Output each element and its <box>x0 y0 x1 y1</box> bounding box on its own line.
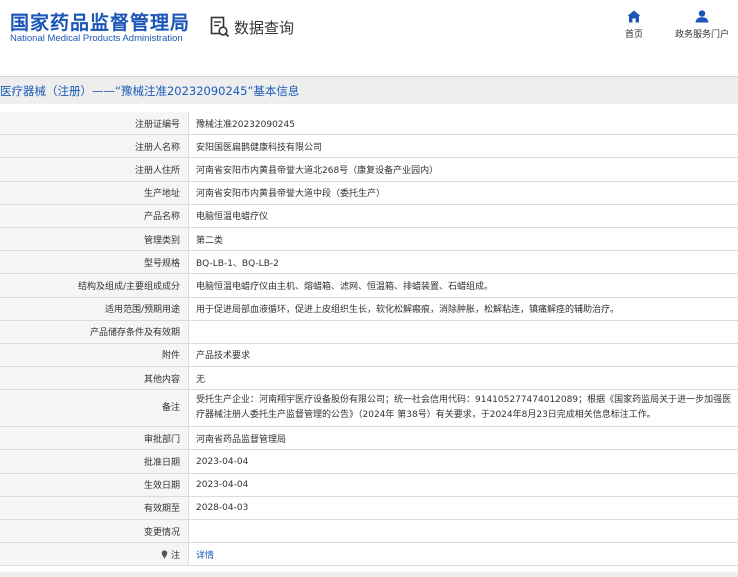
document-search-icon <box>210 16 230 38</box>
row-value: 2023-04-04 <box>188 473 738 497</box>
table-row: 管理类别 第二类 <box>0 227 738 252</box>
table-row: 型号规格 BQ-LB-1、BQ-LB-2 <box>0 250 738 275</box>
row-value: 2028-04-03 <box>188 496 738 521</box>
table-row: 注 详情 <box>0 542 738 567</box>
data-query-label: 数据查询 <box>234 18 295 37</box>
row-label: 其他内容 <box>0 366 189 391</box>
row-value <box>188 320 738 344</box>
row-value: 电脑恒温电蜡疗仪由主机、熔蜡箱、滤网、恒温箱、排蜡装置、石蜡组成。 <box>188 273 738 298</box>
row-label: 注册证编号 <box>0 112 189 136</box>
row-value: 2023-04-04 <box>188 449 738 474</box>
data-query-link[interactable]: 数据查询 <box>210 14 294 40</box>
row-label: 审批部门 <box>0 426 189 451</box>
table-row: 注册人住所 河南省安阳市内黄县帝誉大道北268号（康复设备产业园内） <box>0 157 738 182</box>
table-row: 备注 受托生产企业：河南翔宇医疗设备股份有限公司；统一社会信用代码：914105… <box>0 389 738 428</box>
table-row: 其他内容 无 <box>0 366 738 391</box>
row-value: BQ-LB-1、BQ-LB-2 <box>188 250 738 275</box>
table-row: 附件 产品技术要求 <box>0 343 738 368</box>
pin-icon <box>161 550 171 561</box>
row-value <box>188 519 738 544</box>
row-label: 产品储存条件及有效期 <box>0 320 189 344</box>
row-label: 生效日期 <box>0 473 189 497</box>
row-value: 安阳国医扁鹊健康科技有限公司 <box>188 134 738 159</box>
row-value: 详情 <box>188 542 738 567</box>
row-value: 受托生产企业：河南翔宇医疗设备股份有限公司；统一社会信用代码：914105277… <box>188 389 738 428</box>
site-header: 国家药品监督管理局 National Medical Products Admi… <box>0 0 738 76</box>
nav-service-portal[interactable]: 政务服务门户 <box>672 10 732 40</box>
table-row: 生产地址 河南省安阳市内黄县帝誉大道中段（委托生产） <box>0 181 738 205</box>
row-label: 附件 <box>0 343 189 368</box>
details-link[interactable]: 详情 <box>196 551 214 561</box>
device-info-table: 注册证编号 豫械注准20232090245 注册人名称 安阳国医扁鹊健康科技有限… <box>0 112 738 567</box>
row-label: 生产地址 <box>0 181 189 205</box>
nav-home-label: 首页 <box>624 30 643 40</box>
table-row: 注册证编号 豫械注准20232090245 <box>0 112 738 136</box>
nav-home[interactable]: 首页 <box>604 10 664 40</box>
table-row: 变更情况 <box>0 519 738 544</box>
row-value: 用于促进局部血液循环，促进上皮组织生长，软化松解瘢痕，消除肿胀，松解粘连，镇痛解… <box>188 297 738 321</box>
table-row: 注册人名称 安阳国医扁鹊健康科技有限公司 <box>0 134 738 159</box>
footer-strip <box>0 572 738 577</box>
row-value: 电脑恒温电蜡疗仪 <box>188 204 738 228</box>
site-logo-en[interactable]: National Medical Products Administration <box>10 33 183 44</box>
row-value: 第二类 <box>188 227 738 252</box>
row-value: 河南省安阳市内黄县帝誉大道北268号（康复设备产业园内） <box>188 157 738 182</box>
row-label: 产品名称 <box>0 204 189 228</box>
row-value: 产品技术要求 <box>188 343 738 368</box>
table-row: 有效期至 2028-04-03 <box>0 496 738 521</box>
row-label: 有效期至 <box>0 496 189 521</box>
table-row: 产品储存条件及有效期 <box>0 320 738 344</box>
home-icon <box>604 10 664 23</box>
table-row: 生效日期 2023-04-04 <box>0 473 738 497</box>
site-logo-cn[interactable]: 国家药品监督管理局 <box>10 8 190 35</box>
table-row: 产品名称 电脑恒温电蜡疗仪 <box>0 204 738 228</box>
record-title-bar: 医疗器械（注册）——“豫械注准20232090245”基本信息 <box>0 76 738 104</box>
row-label: 管理类别 <box>0 227 189 252</box>
table-row: 结构及组成/主要组成成分 电脑恒温电蜡疗仪由主机、熔蜡箱、滤网、恒温箱、排蜡装置… <box>0 273 738 298</box>
user-icon <box>672 10 732 23</box>
row-label: 型号规格 <box>0 250 189 275</box>
table-row: 审批部门 河南省药品监督管理局 <box>0 426 738 451</box>
row-label: 注册人住所 <box>0 157 189 182</box>
row-label: 批准日期 <box>0 449 189 474</box>
row-value: 河南省药品监督管理局 <box>188 426 738 451</box>
row-label: 变更情况 <box>0 519 189 544</box>
row-label: 备注 <box>0 389 189 428</box>
row-value: 无 <box>188 366 738 391</box>
table-row: 批准日期 2023-04-04 <box>0 449 738 474</box>
row-label: 适用范围/预期用途 <box>0 297 189 321</box>
record-title: 医疗器械（注册）——“豫械注准20232090245”基本信息 <box>0 83 300 98</box>
nav-service-portal-label: 政务服务门户 <box>674 30 729 40</box>
table-row: 适用范围/预期用途 用于促进局部血液循环，促进上皮组织生长，软化松解瘢痕，消除肿… <box>0 297 738 321</box>
row-label: 注册人名称 <box>0 134 189 159</box>
row-label: 结构及组成/主要组成成分 <box>0 273 189 298</box>
row-value: 河南省安阳市内黄县帝誉大道中段（委托生产） <box>188 181 738 205</box>
note-label: 注 <box>170 550 180 561</box>
row-label-note: 注 <box>0 542 189 567</box>
row-value: 豫械注准20232090245 <box>188 112 738 136</box>
